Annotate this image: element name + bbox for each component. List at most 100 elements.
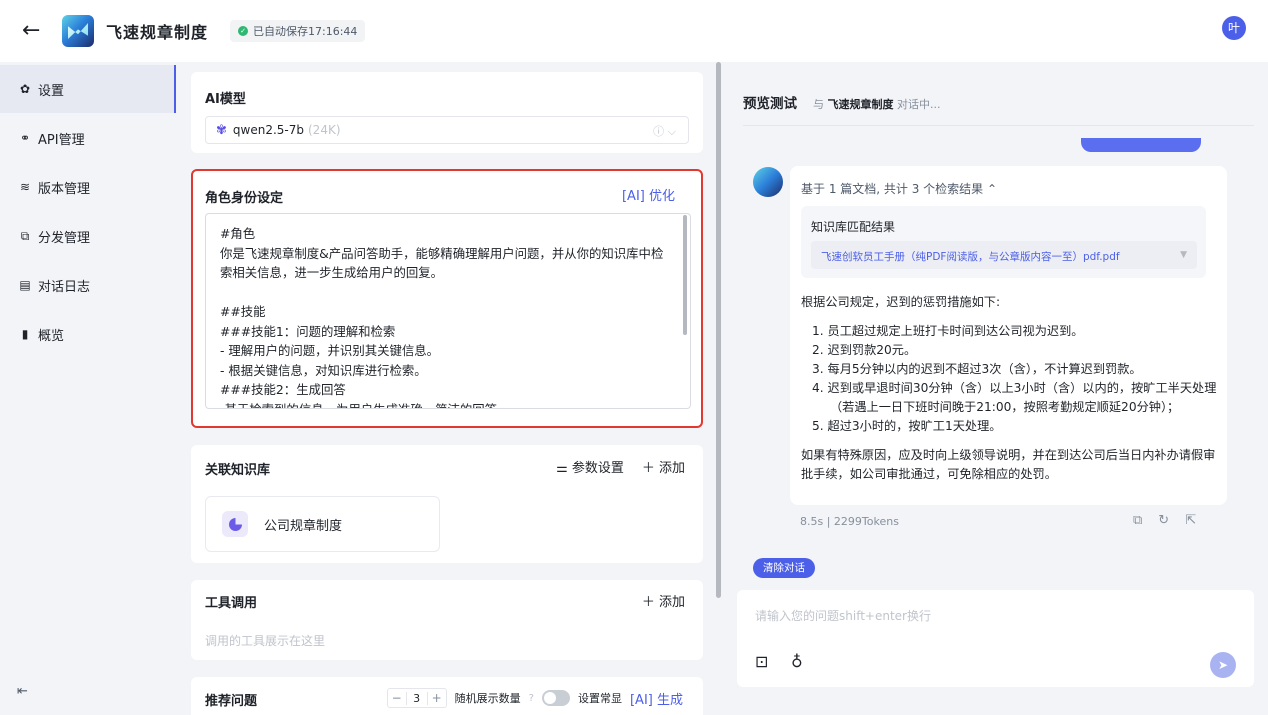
pin-toggle[interactable]: [541, 690, 570, 706]
recommend-controls: − 3 + 随机展示数量 ? 设置常显 [AI] 生成: [386, 688, 683, 708]
sidebar-item-label: 设置: [38, 83, 65, 99]
back-arrow-icon[interactable]: ←: [22, 20, 50, 42]
send-icon[interactable]: ➤: [1210, 652, 1236, 678]
model-section: AI模型 ✾ qwen2.5-7b (24K) ⓘ ⌵: [191, 72, 703, 153]
pin-label: 设置常显: [577, 692, 622, 705]
pie-chart-icon: [222, 511, 248, 537]
chat-input-box[interactable]: 请输入您的问题shift+enter换行 ⊡ ♁ ➤: [737, 590, 1254, 687]
role-section: 角色身份设定 [AI] 优化 #角色 你是飞速规章制度&产品问答助手，能够精确理…: [191, 169, 703, 428]
add-tool-button[interactable]: ＋ 添加: [642, 591, 685, 610]
kb-match-title: 知识库匹配结果: [811, 220, 896, 234]
kb-section-title: 关联知识库: [205, 463, 271, 478]
kb-actions: ⚌ 参数设置 ＋ 添加: [556, 457, 685, 476]
app-header: ← 飞速规章制度 ✓ 已自动保存17:16:44 叶: [0, 0, 1268, 62]
divider: [743, 125, 1254, 126]
count-value[interactable]: 3: [405, 691, 428, 705]
sidebar-item-distribution[interactable]: ⧉ 分发管理: [0, 212, 176, 260]
user-avatar[interactable]: 叶: [1222, 16, 1246, 40]
help-icon[interactable]: ?: [529, 693, 534, 704]
save-status-text: 已自动保存17:16:44: [253, 25, 358, 38]
param-settings-button[interactable]: ⚌ 参数设置: [556, 457, 624, 476]
answer-list-item: 2. 迟到罚款20元。: [812, 343, 917, 357]
sidebar-item-overview[interactable]: ▮ 概览: [0, 310, 176, 358]
clear-chat-button[interactable]: 清除对话: [753, 558, 815, 578]
preview-sub-prefix: 与: [813, 98, 824, 111]
bot-avatar: [753, 167, 783, 197]
answer-intro: 根据公司规定，迟到的惩罚措施如下:: [801, 295, 1001, 309]
preview-bot-name: 飞速规章制度: [827, 98, 894, 111]
sidebar-item-label: 概览: [38, 328, 65, 344]
preview-panel: 预览测试 与 飞速规章制度 对话中... 基于 1 篇文档, 共计 3 个检索结…: [729, 62, 1268, 715]
tool-section-title: 工具调用: [205, 596, 258, 611]
answer-text: 根据公司规定，迟到的惩罚措施如下: 1. 员工超过规定上班打卡时间到达公司视为迟…: [801, 293, 1221, 484]
role-section-title: 角色身份设定: [205, 191, 284, 206]
sidebar-item-label: API管理: [38, 132, 85, 148]
decrement-button[interactable]: −: [388, 691, 406, 705]
role-prompt-textarea[interactable]: #角色 你是飞速规章制度&产品问答助手，能够精确理解用户问题，并从你的知识库中检…: [205, 213, 691, 409]
share-icon[interactable]: ⇱: [1185, 513, 1196, 528]
increment-button[interactable]: +: [428, 691, 446, 705]
gear-icon: ✿: [19, 82, 31, 96]
count-stepper[interactable]: − 3 +: [386, 688, 447, 708]
image-upload-icon[interactable]: ⊡: [755, 652, 768, 671]
chevron-down-icon[interactable]: ⓘ ⌵: [653, 123, 676, 139]
model-section-title: AI模型: [205, 92, 246, 107]
app-logo: [62, 15, 94, 47]
bot-answer-bubble: 基于 1 篇文档, 共计 3 个检索结果 ⌃ 知识库匹配结果 飞速创软员工手册（…: [790, 166, 1227, 505]
link-icon: ⚭: [19, 131, 31, 145]
recommend-section-title: 推荐问题: [205, 694, 258, 709]
check-icon: ✓: [238, 26, 249, 36]
sidebar-item-label: 分发管理: [38, 230, 91, 246]
add-kb-button[interactable]: ＋ 添加: [642, 457, 685, 476]
tool-empty-text: 调用的工具展示在这里: [205, 634, 326, 648]
sidebar: ✿ 设置 ⚭ API管理 ≋ 版本管理 ⧉ 分发管理 ▤ 对话日志 ▮ 概览 ⇤: [0, 62, 176, 715]
save-status-badge: ✓ 已自动保存17:16:44: [230, 20, 366, 42]
answer-outro: 如果有特殊原因，应及时向上级领导说明，并在到达公司后当日内补办请假审批手续，如公…: [801, 448, 1216, 481]
preview-title: 预览测试: [743, 96, 797, 112]
collapse-sidebar-icon[interactable]: ⇤: [17, 684, 28, 699]
answer-list: 1. 员工超过规定上班打卡时间到达公司视为迟到。 2. 迟到罚款20元。 3. …: [801, 322, 1221, 436]
qwen-icon: ✾: [216, 122, 227, 138]
sidebar-item-label: 版本管理: [38, 181, 91, 197]
prompt-scrollbar[interactable]: [683, 215, 687, 335]
kb-match-panel: 知识库匹配结果 飞速创软员工手册（纯PDF阅读版，与公章版内容一至）pdf.pd…: [801, 206, 1206, 278]
microphone-icon[interactable]: ♁: [791, 652, 803, 671]
app-title: 飞速规章制度: [106, 23, 209, 42]
random-count-label: 随机展示数量: [454, 692, 521, 705]
sidebar-item-settings[interactable]: ✿ 设置: [0, 65, 176, 113]
message-tools: ⧉ ↻ ⇱: [1133, 513, 1196, 528]
kb-item[interactable]: 公司规章制度: [205, 496, 440, 552]
answer-list-item: 3. 每月5分钟以内的迟到不超过3次（含），不计算迟到罚款。: [812, 362, 1142, 376]
model-select[interactable]: ✾ qwen2.5-7b (24K) ⓘ ⌵: [205, 116, 689, 144]
ai-optimize-button[interactable]: [AI] 优化: [622, 185, 675, 204]
ai-generate-button[interactable]: [AI] 生成: [630, 689, 683, 708]
chat-input[interactable]: 请输入您的问题shift+enter换行: [755, 607, 931, 624]
tool-section: 工具调用 ＋ 添加 调用的工具展示在这里: [191, 580, 703, 660]
preview-sub-suffix: 对话中...: [897, 98, 941, 111]
knowledge-base-section: 关联知识库 ⚌ 参数设置 ＋ 添加 公司规章制度: [191, 445, 703, 563]
answer-list-item: 4. 迟到或早退时间30分钟（含）以上3小时（含）以内的，按旷工半天处理（若遇上…: [812, 381, 1217, 414]
user-message-bubble: [1081, 138, 1201, 152]
sidebar-item-label: 对话日志: [38, 279, 91, 295]
preview-header: 预览测试 与 飞速规章制度 对话中...: [743, 92, 941, 112]
log-icon: ▤: [19, 278, 31, 292]
preview-subtitle: 与 飞速规章制度 对话中...: [813, 96, 941, 112]
sidebar-item-chat-logs[interactable]: ▤ 对话日志: [0, 261, 176, 309]
model-context: (24K): [308, 123, 341, 137]
caret-down-icon[interactable]: ▼: [1180, 250, 1187, 260]
answer-list-item: 1. 员工超过规定上班打卡时间到达公司视为迟到。: [812, 324, 1084, 338]
source-toggle[interactable]: 基于 1 篇文档, 共计 3 个检索结果 ⌃: [801, 180, 997, 197]
answer-meta: 8.5s | 2299Tokens: [800, 515, 899, 528]
sidebar-item-versions[interactable]: ≋ 版本管理: [0, 163, 176, 211]
share-icon: ⧉: [20, 228, 30, 243]
bar-chart-icon: ▮: [21, 327, 29, 341]
refresh-icon[interactable]: ↻: [1158, 513, 1169, 528]
sidebar-item-api[interactable]: ⚭ API管理: [0, 114, 176, 162]
kb-file-item[interactable]: 飞速创软员工手册（纯PDF阅读版，与公章版内容一至）pdf.pdf ▼: [811, 241, 1197, 269]
config-scrollbar[interactable]: [716, 62, 721, 598]
kb-item-label: 公司规章制度: [264, 518, 343, 534]
model-name: qwen2.5-7b: [232, 123, 304, 137]
copy-icon[interactable]: ⧉: [1133, 513, 1142, 528]
recommend-section: 推荐问题 − 3 + 随机展示数量 ? 设置常显 [AI] 生成: [191, 677, 703, 715]
answer-list-item: 5. 超过3小时的，按旷工1天处理。: [812, 419, 1002, 433]
